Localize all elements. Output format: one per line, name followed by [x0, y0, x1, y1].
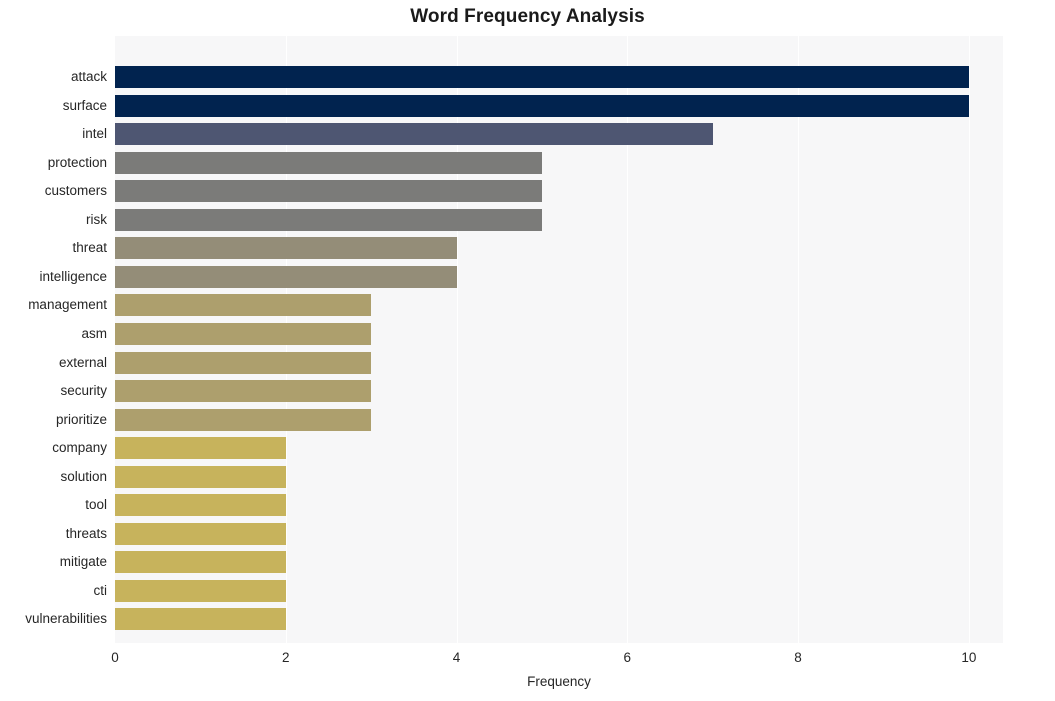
y-tick-label: prioritize: [55, 411, 107, 427]
bar: [115, 94, 969, 117]
gridline-x-8: [798, 36, 800, 643]
y-tick-label: intel: [82, 126, 107, 142]
x-axis-label: Frequency: [527, 674, 591, 689]
x-tick-label: 0: [111, 650, 119, 665]
y-tick-label: asm: [81, 325, 107, 341]
bar: [115, 322, 372, 345]
chart-title: Word Frequency Analysis: [410, 6, 645, 27]
x-tick-label: 4: [452, 650, 461, 665]
y-tick-label: threats: [65, 525, 107, 541]
y-tick-label: risk: [86, 211, 107, 227]
y-tick-label: solution: [60, 468, 107, 484]
y-tick-label: threat: [72, 240, 107, 256]
y-tick-label: customers: [44, 183, 107, 199]
gridline-x-10: [968, 36, 970, 643]
y-tick-label: attack: [70, 69, 107, 84]
bar: [115, 294, 372, 317]
bar: [115, 180, 542, 203]
bar: [115, 408, 372, 431]
plot-area: [115, 36, 1003, 643]
bar: [115, 237, 457, 260]
bar: [115, 151, 542, 174]
bar: [115, 208, 542, 231]
bar: [115, 351, 372, 374]
y-tick-label: mitigate: [59, 554, 107, 570]
bar: [115, 608, 286, 631]
chart-figure: Word Frequency Analysis attack surface int…: [0, 0, 1055, 701]
y-tick-label: security: [60, 383, 107, 399]
y-tick-label: external: [58, 354, 107, 370]
x-tick-label: 10: [961, 650, 977, 665]
bar: [115, 579, 286, 602]
bar: [115, 551, 286, 574]
bar: [115, 123, 713, 146]
y-tick-label: cti: [93, 582, 108, 598]
bar: [115, 437, 286, 460]
y-tick-label: tool: [85, 497, 107, 513]
bar: [115, 465, 286, 488]
x-tick-label: 8: [794, 650, 802, 665]
y-tick-label: management: [28, 297, 107, 313]
y-tick-label: vulnerabilities: [25, 611, 107, 627]
bar: [115, 494, 286, 517]
bar: [115, 66, 969, 88]
bar: [115, 522, 286, 545]
x-tick-label: 6: [623, 650, 632, 665]
y-tick-label: company: [52, 440, 107, 456]
y-tick-label: intelligence: [39, 268, 107, 284]
bar: [115, 265, 457, 288]
y-tick-label: protection: [47, 154, 107, 170]
y-tick-label: surface: [62, 97, 107, 113]
bar: [115, 380, 372, 403]
x-tick-label: 2: [282, 650, 290, 665]
